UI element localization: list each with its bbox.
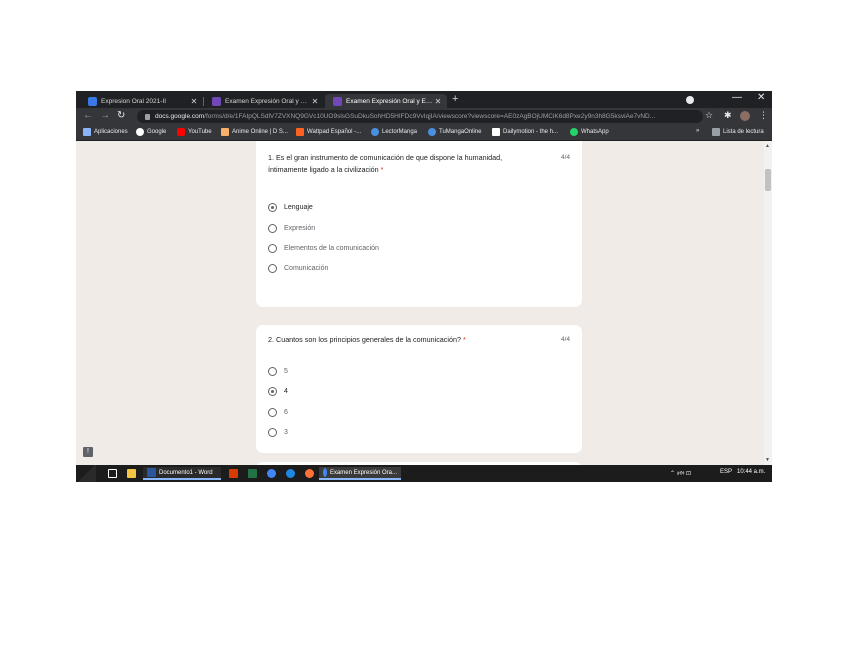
close-window-button[interactable]: ✕	[757, 92, 765, 103]
minimize-button[interactable]: —	[732, 92, 742, 103]
task-view-icon[interactable]	[108, 469, 117, 478]
reading-list-icon	[712, 128, 720, 136]
radio-unselected[interactable]	[268, 264, 277, 273]
anime-icon	[221, 128, 229, 136]
profile-indicator-icon[interactable]	[686, 96, 694, 104]
excel-icon[interactable]	[248, 469, 257, 478]
radio-unselected[interactable]	[268, 367, 277, 376]
option-row[interactable]: Lenguaje	[268, 203, 313, 212]
radio-unselected[interactable]	[268, 224, 277, 233]
radio-selected[interactable]	[268, 387, 277, 396]
file-explorer-icon[interactable]	[127, 469, 136, 478]
question-card-1: 1. Es el gran instrumento de comunicació…	[256, 141, 582, 307]
screen: Expresion Oral 2021-II ✕ Examen Expresió…	[76, 91, 772, 482]
option-row[interactable]: Expresión	[268, 224, 315, 233]
tab-strip: Expresion Oral 2021-II ✕ Examen Expresió…	[76, 91, 772, 108]
more-bookmarks-button[interactable]: »	[696, 128, 699, 134]
new-tab-button[interactable]: +	[452, 93, 458, 105]
bookmark-google[interactable]: Google	[136, 128, 166, 136]
menu-icon[interactable]: ⋮	[759, 110, 768, 121]
chrome-icon	[323, 468, 327, 477]
word-icon	[147, 468, 156, 477]
browser-toolbar: ← → ↻ docs.google.com/forms/d/e/1FAIpQLS…	[76, 108, 772, 125]
reading-list-button[interactable]: Lista de lectura	[712, 128, 764, 136]
dailymotion-icon	[492, 128, 500, 136]
forms-icon	[212, 96, 221, 106]
bookmark-whatsapp[interactable]: WhatsApp	[570, 128, 609, 136]
whatsapp-icon	[570, 128, 578, 136]
chrome-icon[interactable]	[267, 469, 276, 478]
language-indicator[interactable]: ESP	[720, 469, 732, 475]
page-scrollbar[interactable]: ▲ ▼	[764, 141, 772, 465]
option-row[interactable]: Elementos de la comunicación	[268, 244, 379, 253]
taskbar-app-chrome-examen[interactable]: Examen Expresión Ora...	[319, 467, 401, 480]
option-row[interactable]: 5	[268, 367, 288, 376]
bookmark-wattpad[interactable]: Wattpad Español -...	[296, 128, 361, 136]
apps-icon	[83, 128, 91, 136]
question-score: 4/4	[560, 154, 570, 161]
wattpad-icon	[296, 128, 304, 136]
bookmark-aplicaciones[interactable]: Aplicaciones	[83, 128, 128, 136]
tab-expresion-oral[interactable]: Expresion Oral 2021-II ✕	[80, 94, 203, 108]
clock[interactable]: 10:44 a.m.	[737, 469, 765, 475]
bookmark-anime-online[interactable]: Anime Online | D S...	[221, 128, 288, 136]
scroll-thumb[interactable]	[765, 169, 771, 191]
question-title: 1. Es el gran instrumento de comunicació…	[268, 153, 503, 174]
bookmark-youtube[interactable]: YouTube	[177, 128, 212, 136]
tab-examen-1[interactable]: Examen Expresión Oral y Escrita ✕	[204, 94, 324, 108]
google-icon	[136, 128, 144, 136]
scroll-up-arrow-icon[interactable]: ▲	[765, 143, 770, 149]
tab-close-icon[interactable]: ✕	[189, 97, 199, 106]
url-text: docs.google.com/forms/d/e/1FAIpQLSdlV7ZV…	[155, 113, 656, 120]
form-page: 1. Es el gran instrumento de comunicació…	[76, 141, 764, 465]
taskbar-app-word[interactable]: Documento1 - Word	[143, 467, 221, 480]
report-feedback-button[interactable]: !	[83, 447, 93, 457]
firefox-icon[interactable]	[305, 469, 314, 478]
question-title: 2. Cuantos son los principios generales …	[268, 335, 466, 344]
tumanga-icon	[428, 128, 436, 136]
option-row[interactable]: Comunicación	[268, 264, 328, 273]
option-row[interactable]: 3	[268, 428, 288, 437]
reload-button[interactable]: ↻	[117, 110, 125, 121]
bookmarks-bar: Aplicaciones Google YouTube Anime Online…	[76, 125, 772, 141]
start-button[interactable]	[76, 465, 96, 482]
bookmark-dailymotion[interactable]: Dailymotion - the h...	[492, 128, 558, 136]
forms-icon	[333, 96, 342, 106]
bookmark-tumangaonline[interactable]: TuMangaOnline	[428, 128, 481, 136]
question-card-2: 2. Cuantos son los principios generales …	[256, 325, 582, 453]
star-icon[interactable]: ☆	[705, 110, 713, 121]
radio-unselected[interactable]	[268, 428, 277, 437]
bookmark-lectormanga[interactable]: LectorManga	[371, 128, 417, 136]
radio-selected[interactable]	[268, 203, 277, 212]
classroom-icon	[88, 96, 97, 106]
back-button[interactable]: ←	[83, 110, 93, 121]
edge-icon[interactable]	[286, 469, 295, 478]
option-row[interactable]: 6	[268, 408, 288, 417]
profile-avatar[interactable]	[740, 111, 750, 121]
windows-taskbar: Documento1 - Word Examen Expresión Ora..…	[76, 465, 772, 482]
question-score: 4/4	[560, 336, 570, 343]
youtube-icon	[177, 128, 185, 136]
scroll-down-arrow-icon[interactable]: ▼	[765, 457, 770, 463]
lock-icon	[145, 113, 150, 120]
tab-close-icon[interactable]: ✕	[433, 97, 443, 106]
address-bar[interactable]: docs.google.com/forms/d/e/1FAIpQLSdlV7ZV…	[137, 110, 703, 123]
extensions-icon[interactable]: ✱	[724, 110, 732, 121]
radio-unselected[interactable]	[268, 244, 277, 253]
powerpoint-icon[interactable]	[229, 469, 238, 478]
radio-unselected[interactable]	[268, 408, 277, 417]
option-row[interactable]: 4	[268, 387, 288, 396]
forward-button[interactable]: →	[100, 110, 110, 121]
system-tray-icons[interactable]: ⌃ 🕬 ⊡	[670, 469, 691, 479]
lectormanga-icon	[371, 128, 379, 136]
tab-examen-active[interactable]: Examen Expresión Oral y Escrita ✕	[325, 94, 447, 108]
tab-close-icon[interactable]: ✕	[310, 97, 320, 106]
